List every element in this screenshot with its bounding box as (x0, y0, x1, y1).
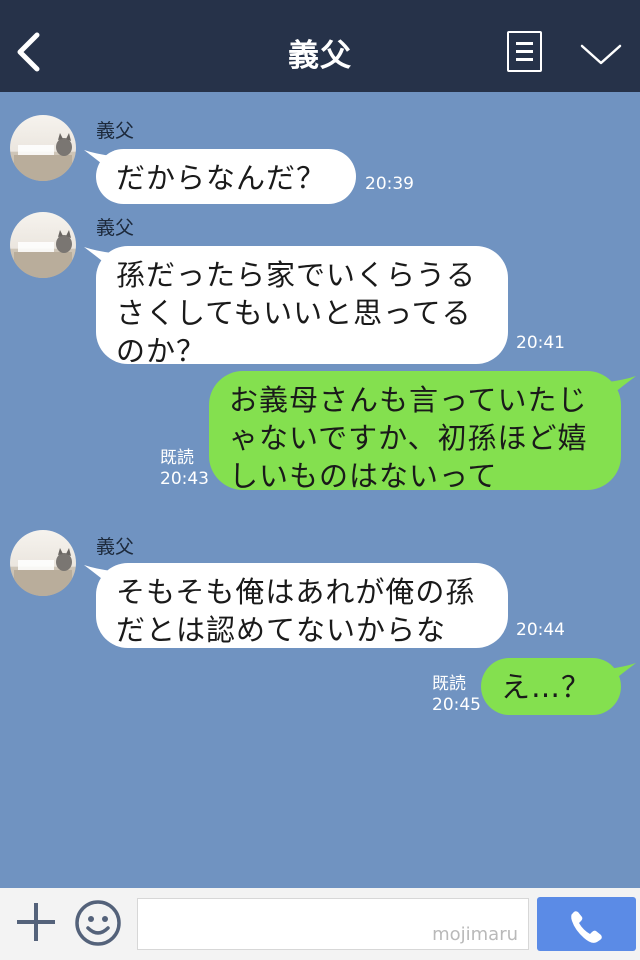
message-input[interactable]: mojimaru (137, 898, 529, 950)
message-text: さくしてもいいと思ってる (116, 296, 472, 330)
smiley-icon (75, 900, 121, 946)
plus-icon (17, 903, 55, 941)
chevron-down-icon (580, 44, 622, 65)
message-time: 20:43 (160, 469, 209, 489)
message-bubble[interactable]: そもそも俺はあれが俺の孫 だとは認めてないからな (96, 563, 508, 648)
cat-avatar-icon (14, 548, 72, 596)
bubble-tail (608, 663, 636, 685)
avatar[interactable] (10, 212, 76, 278)
message-text: しいものはないって (229, 459, 498, 493)
chat-header: 義父 (0, 0, 640, 92)
message-time: 20:44 (516, 620, 565, 640)
message-time: 20:41 (516, 333, 565, 353)
menu-list-icon (516, 42, 533, 45)
message-text: お義母さんも言っていたじ (229, 383, 588, 417)
message-time: 20:45 (432, 695, 481, 715)
read-label: 既読 (432, 674, 466, 694)
message-text: だとは認めてないからな (116, 613, 447, 647)
chat-title: 義父 (288, 38, 352, 74)
avatar[interactable] (10, 115, 76, 181)
message-text: だからなんだ？ (116, 161, 327, 195)
message-text: ゃないですか、初孫ほど嬉 (229, 421, 588, 455)
call-button[interactable] (537, 897, 636, 951)
emoji-button[interactable] (74, 899, 122, 947)
message-text: え…？ (501, 670, 592, 704)
sender-name: 義父 (96, 120, 135, 142)
read-receipt: 既読 20:45 (432, 674, 481, 716)
bubble-tail (608, 376, 636, 398)
phone-icon (571, 911, 602, 943)
read-label: 既読 (160, 448, 194, 468)
sender-name: 義父 (96, 536, 135, 558)
add-button[interactable] (14, 900, 58, 944)
message-bubble[interactable]: だからなんだ？ (96, 149, 356, 204)
message-bubble[interactable]: お義母さんも言っていたじ ゃないですか、初孫ほど嬉 しいものはないって (209, 371, 621, 493)
cat-avatar-icon (14, 133, 72, 181)
message-time: 20:39 (365, 174, 414, 194)
message-text: そもそも俺はあれが俺の孫 (116, 575, 476, 609)
input-bar: mojimaru (0, 888, 640, 960)
avatar[interactable] (10, 530, 76, 596)
watermark: mojimaru (432, 924, 518, 945)
sender-name: 義父 (96, 217, 135, 239)
menu-button[interactable] (507, 31, 542, 72)
message-text: 孫だったら家でいくらうる (116, 258, 477, 292)
message-text: のか？ (116, 334, 207, 368)
message-bubble[interactable]: え…？ (481, 658, 621, 715)
cat-avatar-icon (14, 230, 72, 278)
read-receipt: 既読 20:43 (160, 448, 209, 490)
message-bubble[interactable]: 孫だったら家でいくらうる さくしてもいいと思ってる のか？ (96, 246, 508, 368)
collapse-button[interactable] (579, 42, 623, 68)
chat-area[interactable]: 義父 だからなんだ？ 20:39 義父 孫だったら家でいくらうる さくしてもいい… (0, 92, 640, 888)
